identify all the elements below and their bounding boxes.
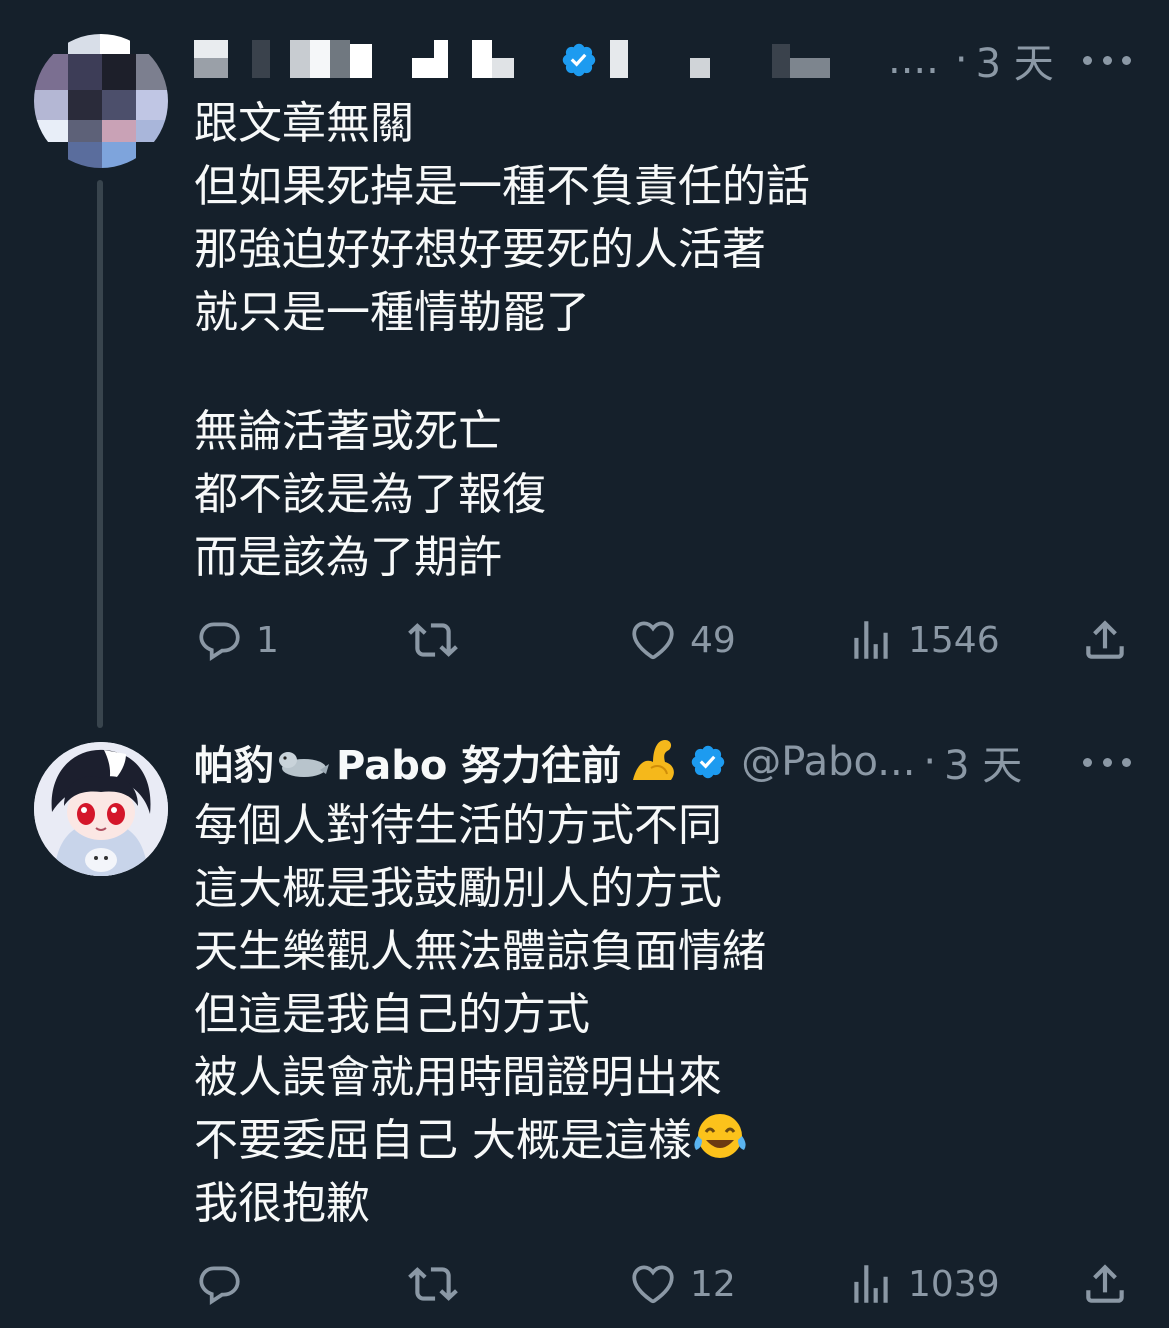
tweet-text-line: 每個人對待生活的方式不同	[194, 800, 722, 851]
seal-emoji	[274, 740, 330, 784]
views-button[interactable]: 1546	[846, 610, 1000, 670]
separator-dot: ·	[923, 739, 937, 785]
tweet-text-line: 這大概是我鼓勵別人的方式	[194, 863, 722, 914]
tweet-text: 跟文章無關 但如果死掉是一種不負責任的話 那強迫好好想好要死的人活著 就只是一種…	[194, 92, 1139, 589]
thread-connector-line	[97, 180, 103, 728]
retweet-button[interactable]	[408, 1254, 458, 1314]
like-button[interactable]: 49	[628, 610, 736, 670]
reply-count: 1	[256, 619, 279, 661]
tweet-actions: 1 49 1546	[194, 610, 1144, 670]
like-count: 12	[690, 1263, 736, 1305]
like-button[interactable]: 12	[628, 1254, 736, 1314]
author-display-name-2[interactable]: Pabo 努力往前	[336, 733, 621, 791]
views-button[interactable]: 1039	[846, 1254, 1000, 1314]
tweet-text-line: 跟文章無關	[194, 98, 414, 149]
heart-icon	[632, 621, 674, 660]
avatar-pixelated[interactable]	[34, 34, 168, 168]
share-icon	[1086, 620, 1124, 659]
tweet-text-line: 無論活著或死亡	[194, 406, 502, 457]
tweet-text-fragment: 不要委屈自己 大概是這樣	[194, 1115, 692, 1166]
tweet-text-line: 就只是一種情勒罷了	[194, 287, 590, 338]
more-options-button[interactable]	[1083, 40, 1131, 80]
retweet-button[interactable]	[408, 610, 458, 670]
paragraph-break	[194, 344, 1139, 400]
handle-truncation: ....	[888, 37, 939, 83]
tweet-header: 帕豹 Pabo 努力往前 @Pabo... · 3 天	[194, 732, 1149, 792]
avatar[interactable]	[34, 742, 168, 876]
tweet-text-line: 我很抱歉	[194, 1178, 370, 1229]
tweet-text-line: 但這是我自己的方式	[194, 989, 590, 1040]
tweet-text-line: 但如果死掉是一種不負責任的話	[194, 161, 810, 212]
tweet-text-line: 天生樂觀人無法體諒負面情緒	[194, 926, 766, 977]
author-name-redacted[interactable]	[194, 30, 884, 90]
tweet[interactable]: 帕豹 Pabo 努力往前 @Pabo... · 3 天 每個人對待生活的方式不同…	[0, 720, 1169, 1328]
flexed-biceps-emoji	[627, 734, 679, 790]
reply-button[interactable]	[194, 1254, 244, 1314]
tweet-text-line: 被人誤會就用時間證明出來	[194, 1052, 722, 1103]
verified-badge-icon	[560, 41, 598, 79]
reply-icon	[199, 622, 240, 661]
tweet-text-line: 而是該為了期許	[194, 532, 502, 583]
views-count: 1039	[908, 1263, 1000, 1305]
conversation-thread: .... · 3 天 跟文章無關 但如果死掉是一種不負責任的話 那強迫好好想好要…	[0, 0, 1169, 1328]
like-count: 49	[690, 619, 736, 661]
tweet-text-line-with-emoji: 不要委屈自己 大概是這樣	[194, 1109, 1139, 1172]
tweet[interactable]: .... · 3 天 跟文章無關 但如果死掉是一種不負責任的話 那強迫好好想好要…	[0, 0, 1169, 728]
tweet-text-line: 那強迫好好想好要死的人活著	[194, 224, 766, 275]
tweet-text: 每個人對待生活的方式不同 這大概是我鼓勵別人的方式 天生樂觀人無法體諒負面情緒 …	[194, 794, 1139, 1235]
more-options-button[interactable]	[1083, 742, 1131, 782]
separator-dot: ·	[954, 37, 968, 83]
tweet-timestamp[interactable]: 3 天	[976, 31, 1054, 89]
share-icon	[1086, 1264, 1124, 1303]
reply-button[interactable]: 1	[194, 610, 279, 670]
tweet-timestamp[interactable]: 3 天	[944, 733, 1022, 791]
tweet-text-line: 都不該是為了報復	[194, 469, 546, 520]
views-icon	[854, 621, 888, 659]
author-handle[interactable]: @Pabo...	[741, 739, 915, 785]
tweet-actions: 12 1039	[194, 1254, 1144, 1314]
retweet-icon	[408, 1267, 458, 1301]
views-icon	[854, 1265, 888, 1303]
heart-icon	[632, 1265, 674, 1304]
tweet-header: .... · 3 天	[194, 30, 1149, 90]
verified-badge-icon	[689, 743, 727, 781]
share-button[interactable]	[1080, 610, 1130, 670]
reply-icon	[199, 1266, 240, 1305]
face-with-tears-of-joy-emoji	[692, 1110, 748, 1177]
retweet-icon	[408, 623, 458, 657]
author-display-name[interactable]: 帕豹	[194, 733, 274, 791]
views-count: 1546	[908, 619, 1000, 661]
share-button[interactable]	[1080, 1254, 1130, 1314]
